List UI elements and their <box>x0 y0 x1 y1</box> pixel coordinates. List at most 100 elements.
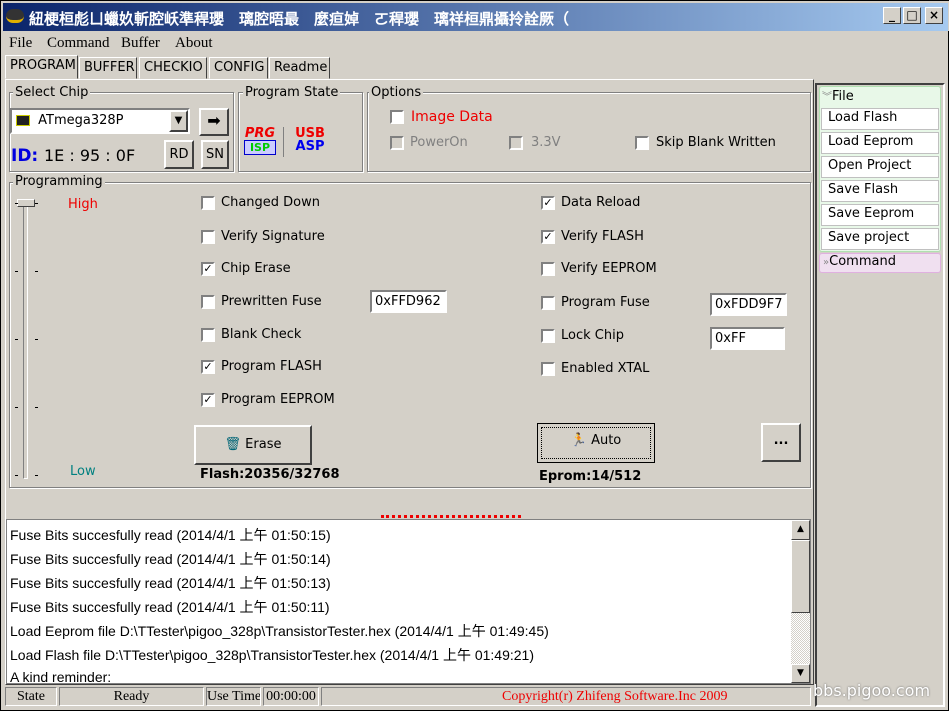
speed-low-label: Low <box>70 464 96 479</box>
running-man-icon: 🏃 <box>570 433 587 448</box>
more-button[interactable]: ... <box>761 423 801 462</box>
erase-label: Erase <box>245 437 282 452</box>
slider-tick <box>35 271 38 272</box>
side-item[interactable]: Load Eeprom <box>821 132 939 154</box>
side-file-label: File <box>832 89 854 104</box>
id-label: ID: <box>11 146 39 166</box>
left-option-label: Program FLASH <box>221 359 322 374</box>
left-option-checkbox[interactable]: ✓ <box>201 393 215 407</box>
right-option-checkbox[interactable] <box>541 262 555 276</box>
speed-slider-track[interactable] <box>23 201 28 479</box>
left-option-checkbox[interactable] <box>201 295 215 309</box>
menu-command[interactable]: Command <box>47 35 110 52</box>
tab-checkio[interactable]: CHECKIO <box>139 57 207 79</box>
right-option-label: Lock Chip <box>561 328 624 343</box>
side-item[interactable]: Open Project <box>821 156 939 178</box>
rd-button[interactable]: RD <box>164 140 194 169</box>
left-option-checkbox[interactable]: ✓ <box>201 360 215 374</box>
left-option-checkbox[interactable] <box>201 196 215 210</box>
side-file-header[interactable]: ︾File <box>822 88 854 104</box>
scroll-thumb[interactable] <box>791 540 810 613</box>
side-item[interactable]: Save project <box>821 228 939 250</box>
image-data-checkbox[interactable] <box>390 110 404 124</box>
speed-slider-thumb[interactable] <box>17 199 35 207</box>
poweron-checkbox[interactable] <box>390 136 404 150</box>
tab-buffer[interactable]: BUFFER <box>79 57 137 79</box>
status-time: 00:00:00 <box>263 687 319 706</box>
slider-tick <box>15 203 18 204</box>
chip-id-value: 1E : 95 : 0F <box>44 146 136 165</box>
avr-chip-icon <box>16 115 30 126</box>
left-option-checkbox[interactable] <box>201 328 215 342</box>
left-option-checkbox[interactable]: ✓ <box>201 262 215 276</box>
log-line: Fuse Bits succesfully read (2014/4/1 上午 … <box>10 527 331 543</box>
programming-group <box>9 182 811 488</box>
skip-blank-label: Skip Blank Written <box>656 135 776 150</box>
watermark: bbs.pigoo.com <box>813 681 931 700</box>
slider-tick <box>15 475 18 476</box>
menu-about[interactable]: About <box>175 35 213 52</box>
side-command-label: Command <box>829 254 896 269</box>
left-option-checkbox[interactable] <box>201 230 215 244</box>
3v3-checkbox[interactable] <box>509 136 523 150</box>
side-item[interactable]: Save Flash <box>821 180 939 202</box>
log-area[interactable]: Fuse Bits succesfully read (2014/4/1 上午 … <box>6 519 811 684</box>
image-data-label: Image Data <box>411 109 493 125</box>
tab-config[interactable]: CONFIG <box>209 57 268 79</box>
lock-chip-input[interactable]: 0xFF <box>710 327 785 350</box>
tab-program[interactable]: PROGRAM <box>5 55 78 79</box>
right-option-checkbox[interactable]: ✓ <box>541 230 555 244</box>
flash-usage: Flash:20356/32768 <box>200 467 340 482</box>
right-option-label: Verify FLASH <box>561 229 644 244</box>
sn-button[interactable]: SN <box>201 140 229 169</box>
right-option-checkbox[interactable] <box>541 329 555 343</box>
scroll-down-button[interactable]: ▼ <box>791 664 810 683</box>
left-option-label: Verify Signature <box>221 229 325 244</box>
poweron-label: PowerOn <box>410 135 468 150</box>
window-title: 紐梗桓彪ㄩ蠟奺斬腔岆準稈瓔 璃腔晤最 麼疸婥 ㄛ稈瓔 璃祥桓鼎攝拎詮厥（ <box>29 10 570 28</box>
maximize-button[interactable]: □ <box>903 7 921 24</box>
collapse-icon: ︾ <box>822 92 832 103</box>
side-item[interactable]: Load Flash <box>821 108 939 130</box>
separator <box>283 127 284 157</box>
slider-tick <box>15 271 18 272</box>
erase-button[interactable]: 🗑 Erase <box>194 425 312 465</box>
log-scrollbar[interactable]: ▲ ▼ <box>791 520 810 683</box>
program-fuse-input[interactable]: 0xFDD9F7 <box>710 293 787 316</box>
right-option-checkbox[interactable] <box>541 362 555 376</box>
minimize-button[interactable]: _ <box>883 7 901 24</box>
go-arrow-button[interactable]: ➡ <box>199 108 229 136</box>
log-line: Fuse Bits succesfully read (2014/4/1 上午 … <box>10 551 331 567</box>
scroll-up-button[interactable]: ▲ <box>791 520 810 540</box>
right-option-checkbox[interactable] <box>541 296 555 310</box>
menu-file[interactable]: File <box>9 35 32 52</box>
slider-tick <box>35 407 38 408</box>
left-option-label: Prewritten Fuse <box>221 294 322 309</box>
close-button[interactable]: × <box>925 7 943 24</box>
3v3-label: 3.3V <box>531 135 561 150</box>
right-option-label: Data Reload <box>561 195 641 210</box>
usb-asp-icon: USB ASP <box>293 127 327 153</box>
skip-blank-checkbox[interactable] <box>635 136 649 150</box>
right-option-checkbox[interactable]: ✓ <box>541 196 555 210</box>
eprom-usage: Eprom:14/512 <box>539 469 642 484</box>
slider-tick <box>35 203 38 204</box>
log-line: Load Eeprom file D:\TTester\pigoo_328p\T… <box>10 623 549 639</box>
right-option-label: Verify EEPROM <box>561 261 657 276</box>
side-item[interactable]: Save Eeprom <box>821 204 939 226</box>
slider-tick <box>15 407 18 408</box>
tab-readme[interactable]: Readme <box>269 57 330 79</box>
auto-button[interactable]: 🏃 Auto <box>537 423 655 463</box>
slider-tick <box>35 339 38 340</box>
left-option-label: Chip Erase <box>221 261 291 276</box>
auto-label: Auto <box>591 433 622 448</box>
chip-select[interactable]: ATmega328P <box>10 108 190 134</box>
slider-tick <box>35 475 38 476</box>
menu-buffer[interactable]: Buffer <box>121 35 160 52</box>
chip-dropdown-button[interactable]: ▼ <box>169 110 188 132</box>
side-command-header[interactable]: »Command <box>819 253 941 273</box>
app-icon <box>6 9 24 23</box>
program-state-label: Program State <box>243 85 341 100</box>
log-line: A kind reminder: <box>10 669 112 684</box>
prewritten-fuse-input[interactable]: 0xFFD962 <box>370 290 447 313</box>
